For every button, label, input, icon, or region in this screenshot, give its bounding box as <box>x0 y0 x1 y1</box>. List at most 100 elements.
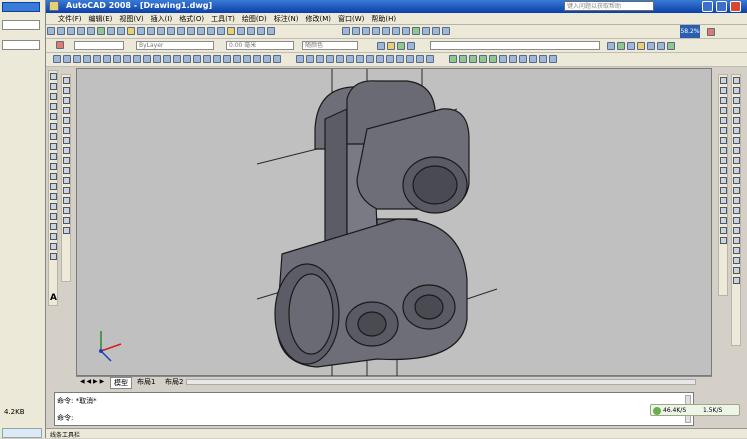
dim-jogged-icon[interactable] <box>346 55 355 63</box>
mtext-icon[interactable] <box>50 253 57 260</box>
chamfer-icon[interactable] <box>63 207 70 214</box>
xline-icon[interactable] <box>50 83 57 90</box>
right-rectangle-icon[interactable] <box>720 117 727 124</box>
menu-item-9[interactable]: 窗口(W) <box>338 14 364 24</box>
dim-style-icon[interactable] <box>617 42 625 50</box>
dim-radius-icon[interactable] <box>336 55 345 63</box>
polyline-icon[interactable] <box>50 93 57 100</box>
dim-diameter-icon[interactable] <box>356 55 365 63</box>
sphere-icon[interactable] <box>83 55 91 63</box>
menu-item-3[interactable]: 插入(I) <box>151 14 173 24</box>
right-explode-icon[interactable] <box>733 207 740 214</box>
layer-combo[interactable] <box>74 41 124 50</box>
tab-layout1[interactable]: 布局1 <box>134 377 158 387</box>
zoom-scale-icon[interactable] <box>382 27 391 35</box>
table-style-icon[interactable] <box>627 42 635 50</box>
hatch-icon[interactable] <box>50 213 57 220</box>
menu-item-8[interactable]: 修改(M) <box>305 14 331 24</box>
zoom-in-icon[interactable] <box>342 27 351 35</box>
menu-item-4[interactable]: 格式(O) <box>179 14 204 24</box>
right-extend-icon[interactable] <box>733 157 740 164</box>
break-icon[interactable] <box>63 187 70 194</box>
redo-icon[interactable] <box>157 27 165 35</box>
left-strip-field[interactable] <box>2 20 40 30</box>
dim-angular-icon[interactable] <box>366 55 375 63</box>
right-point-icon[interactable] <box>720 177 727 184</box>
stretch-icon[interactable] <box>63 157 70 164</box>
print-icon[interactable] <box>77 27 85 35</box>
fillet-icon[interactable] <box>63 217 70 224</box>
layer-list-combo[interactable] <box>430 41 600 50</box>
tool-palettes-icon[interactable] <box>227 27 235 35</box>
sweep-icon[interactable] <box>163 55 171 63</box>
spline-icon[interactable] <box>50 153 57 160</box>
make-block-icon[interactable] <box>50 193 57 200</box>
erase-icon[interactable] <box>63 77 70 84</box>
pyramid-icon[interactable] <box>113 55 121 63</box>
view-top-icon[interactable] <box>499 55 508 63</box>
3d-move-icon[interactable] <box>243 55 251 63</box>
settings-icon[interactable] <box>667 42 675 50</box>
horizontal-scrollbar[interactable] <box>186 379 696 385</box>
right-line-icon[interactable] <box>720 77 727 84</box>
table-icon[interactable] <box>50 243 57 250</box>
right-polyline-icon[interactable] <box>720 97 727 104</box>
zoom-out-icon[interactable] <box>352 27 361 35</box>
menu-item-5[interactable]: 工具(T) <box>211 14 235 24</box>
view-se-iso-icon[interactable] <box>539 55 548 63</box>
right-rotate-icon[interactable] <box>733 117 740 124</box>
menu-item-0[interactable]: 文件(F) <box>58 14 82 24</box>
new-icon[interactable] <box>47 27 55 35</box>
dim-ordinate-icon[interactable] <box>326 55 335 63</box>
right-mtext-icon[interactable] <box>720 217 727 224</box>
right-orbit-icon[interactable] <box>733 257 740 264</box>
right-break-icon[interactable] <box>733 167 740 174</box>
cylinder-icon[interactable] <box>93 55 101 63</box>
subtract-icon[interactable] <box>203 55 211 63</box>
workspace-icon[interactable] <box>647 42 655 50</box>
cone-icon[interactable] <box>73 55 81 63</box>
3d-array-icon[interactable] <box>273 55 281 63</box>
text-style-icon[interactable] <box>607 42 615 50</box>
right-offset-icon[interactable] <box>733 87 740 94</box>
copy-object-icon[interactable] <box>63 87 70 94</box>
circle-icon[interactable] <box>50 133 57 140</box>
sheet-set-icon[interactable] <box>237 27 245 35</box>
dim-aligned-icon[interactable] <box>306 55 315 63</box>
layer-manager-icon[interactable] <box>377 42 385 50</box>
arc-icon[interactable] <box>50 123 57 130</box>
right-mirror-icon[interactable] <box>733 77 740 84</box>
revcloud-icon[interactable] <box>50 143 57 150</box>
right-light-icon[interactable] <box>733 277 740 284</box>
paste-icon[interactable] <box>127 27 135 35</box>
right-fillet-icon[interactable] <box>733 197 740 204</box>
right-move-icon[interactable] <box>733 107 740 114</box>
right-arc-icon[interactable] <box>720 127 727 134</box>
cut-icon[interactable] <box>107 27 115 35</box>
explode-icon[interactable] <box>63 227 70 234</box>
quickcalc-icon[interactable] <box>257 27 265 35</box>
insert-block-icon[interactable] <box>50 183 57 190</box>
helix-icon[interactable] <box>123 55 131 63</box>
line-icon[interactable] <box>50 73 57 80</box>
mirror-icon[interactable] <box>63 97 70 104</box>
right-polygon-icon[interactable] <box>720 107 727 114</box>
right-render-icon[interactable] <box>733 267 740 274</box>
tab-model[interactable]: 模型 <box>110 377 132 389</box>
section-icon[interactable] <box>233 55 241 63</box>
zoom-all-icon[interactable] <box>362 27 371 35</box>
close-button[interactable] <box>730 1 741 12</box>
right-scale-icon[interactable] <box>733 127 740 134</box>
right-layers-icon[interactable] <box>733 227 740 234</box>
zoom-previous-icon[interactable] <box>197 27 205 35</box>
view-sw-iso-icon[interactable] <box>529 55 538 63</box>
text-a-icon[interactable]: A <box>50 293 57 303</box>
visual-style-conceptual-icon[interactable] <box>489 55 498 63</box>
dim-space-icon[interactable] <box>406 55 415 63</box>
visual-style-2d-icon[interactable] <box>449 55 458 63</box>
view-ne-iso-icon[interactable] <box>549 55 558 63</box>
presspull-icon[interactable] <box>153 55 161 63</box>
right-spline-icon[interactable] <box>720 147 727 154</box>
right-zoom-icon[interactable] <box>733 237 740 244</box>
right-region-icon[interactable] <box>720 197 727 204</box>
